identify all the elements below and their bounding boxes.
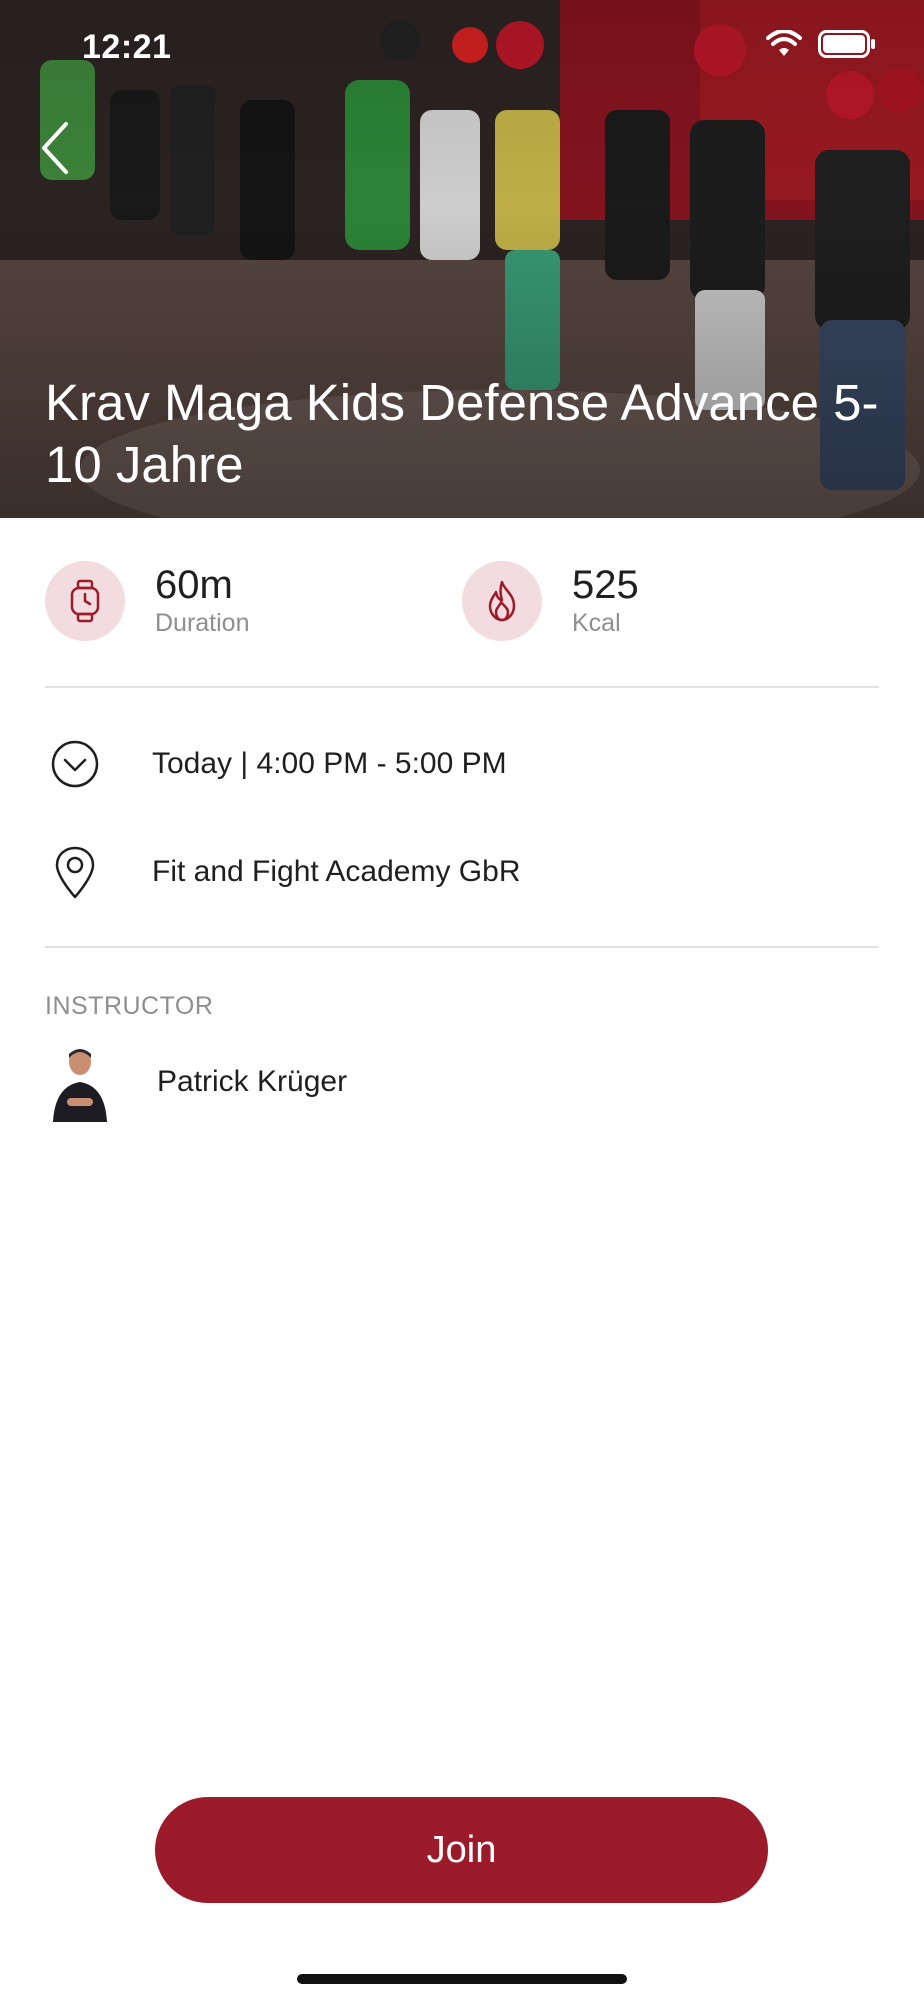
divider bbox=[45, 686, 879, 688]
flame-icon bbox=[488, 580, 516, 622]
instructor-row[interactable]: Patrick Krüger bbox=[45, 1042, 347, 1122]
duration-label: Duration bbox=[155, 609, 250, 637]
instructor-photo bbox=[45, 1042, 115, 1122]
duration-stat: 60m Duration bbox=[45, 560, 250, 642]
time-row: Today | 4:00 PM - 5:00 PM bbox=[45, 734, 879, 794]
back-button[interactable] bbox=[36, 118, 76, 178]
location-row[interactable]: Fit and Fight Academy GbR bbox=[45, 842, 879, 902]
stats-row: 60m Duration 525 Kcal bbox=[45, 560, 879, 642]
clock-chevron-icon bbox=[51, 740, 99, 788]
home-indicator bbox=[297, 1974, 627, 1984]
status-time: 12:21 bbox=[82, 28, 172, 66]
duration-value: 60m bbox=[155, 563, 233, 607]
calories-label: Kcal bbox=[572, 609, 621, 637]
wifi-icon bbox=[766, 30, 802, 56]
chevron-left-icon bbox=[42, 122, 68, 174]
class-location: Fit and Fight Academy GbR bbox=[152, 855, 521, 888]
hero-banner: 12:21 Krav Maga Kids Defense Advance 5-1… bbox=[0, 0, 924, 518]
calories-icon-circle bbox=[462, 561, 542, 641]
time-icon-wrap bbox=[45, 734, 105, 794]
map-pin-icon bbox=[55, 846, 95, 899]
class-title: Krav Maga Kids Defense Advance 5-10 Jahr… bbox=[45, 374, 879, 493]
instructor-section-label: INSTRUCTOR bbox=[45, 992, 214, 1020]
divider bbox=[45, 946, 879, 948]
calories-value: 525 bbox=[572, 563, 639, 607]
duration-icon-circle bbox=[45, 561, 125, 641]
join-button[interactable]: Join bbox=[155, 1797, 768, 1903]
watch-icon bbox=[70, 579, 100, 623]
location-icon-wrap bbox=[45, 842, 105, 902]
battery-icon bbox=[818, 30, 875, 58]
avatar bbox=[45, 1042, 115, 1122]
status-icons bbox=[766, 30, 876, 58]
class-time: Today | 4:00 PM - 5:00 PM bbox=[152, 747, 507, 780]
instructor-name: Patrick Krüger bbox=[157, 1065, 348, 1098]
calories-stat: 525 Kcal bbox=[462, 560, 639, 642]
